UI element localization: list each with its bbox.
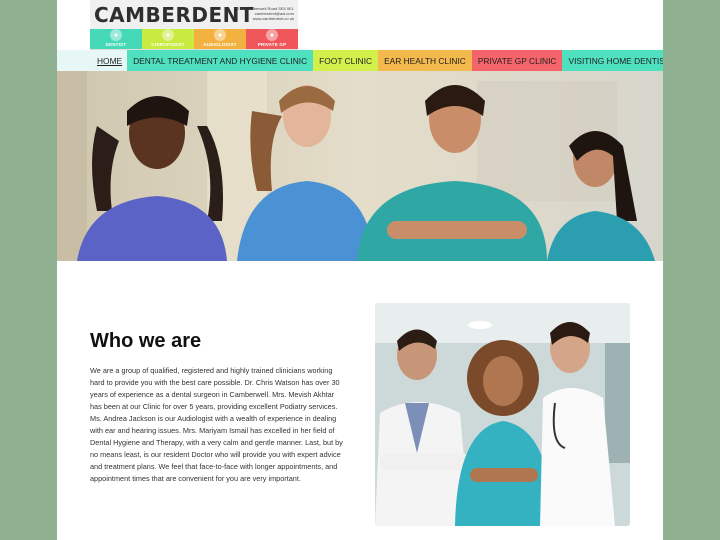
foot-icon: ● [162,29,174,41]
stethoscope-icon: ● [266,29,278,41]
logo-tab-label: AUDIOLOGIST [203,42,237,47]
nav-ear-health-clinic[interactable]: EAR HEALTH CLINIC [378,50,472,71]
logo-tab-label: CHIROPODIST [151,42,185,47]
hero-team-image [57,71,663,261]
hero-illustration [57,71,663,261]
about-body-text: We are a group of qualified, registered … [90,366,343,483]
nav-visiting-home-dentist[interactable]: VISITING HOME DENTIST [562,50,663,71]
about-illustration [375,303,630,526]
logo-tab-label: DENTIST [105,42,127,47]
main-nav: HOME DENTAL TREATMENT AND HYGIENE CLINIC… [57,50,663,71]
nav-private-gp-clinic[interactable]: PRIVATE GP CLINIC [471,50,563,71]
tooth-icon: ● [110,29,122,41]
logo-title: CAMBERDENT [94,3,255,27]
logo-service-tabs: ● DENTIST ● CHIROPODIST ● AUDIOLOGIST ● … [90,29,298,49]
logo-tab-label: PRIVATE GP [257,42,287,47]
nav-home[interactable]: HOME [57,50,127,71]
nav-dental-treatment[interactable]: DENTAL TREATMENT AND HYGIENE CLINIC [127,50,314,71]
logo-tab-dentist: ● DENTIST [90,29,142,49]
about-team-photo [375,303,630,526]
page: CAMBERDENT 27A Camberwell Road SE5 0EL c… [57,0,663,540]
logo-tab-audiologist: ● AUDIOLOGIST [194,29,246,49]
about-heading: Who we are [90,330,202,352]
logo-tab-chiropodist: ● CHIROPODIST [142,29,194,49]
logo-tab-private-gp: ● PRIVATE GP [246,29,298,49]
site-logo[interactable]: CAMBERDENT 27A Camberwell Road SE5 0EL c… [90,0,298,50]
logo-website: www.camberdent.co.uk [252,16,294,21]
ear-icon: ● [214,29,226,41]
nav-foot-clinic[interactable]: FOOT CLINIC [313,50,379,71]
logo-address: 27A Camberwell Road SE5 0EL camberdent@a… [232,6,294,21]
